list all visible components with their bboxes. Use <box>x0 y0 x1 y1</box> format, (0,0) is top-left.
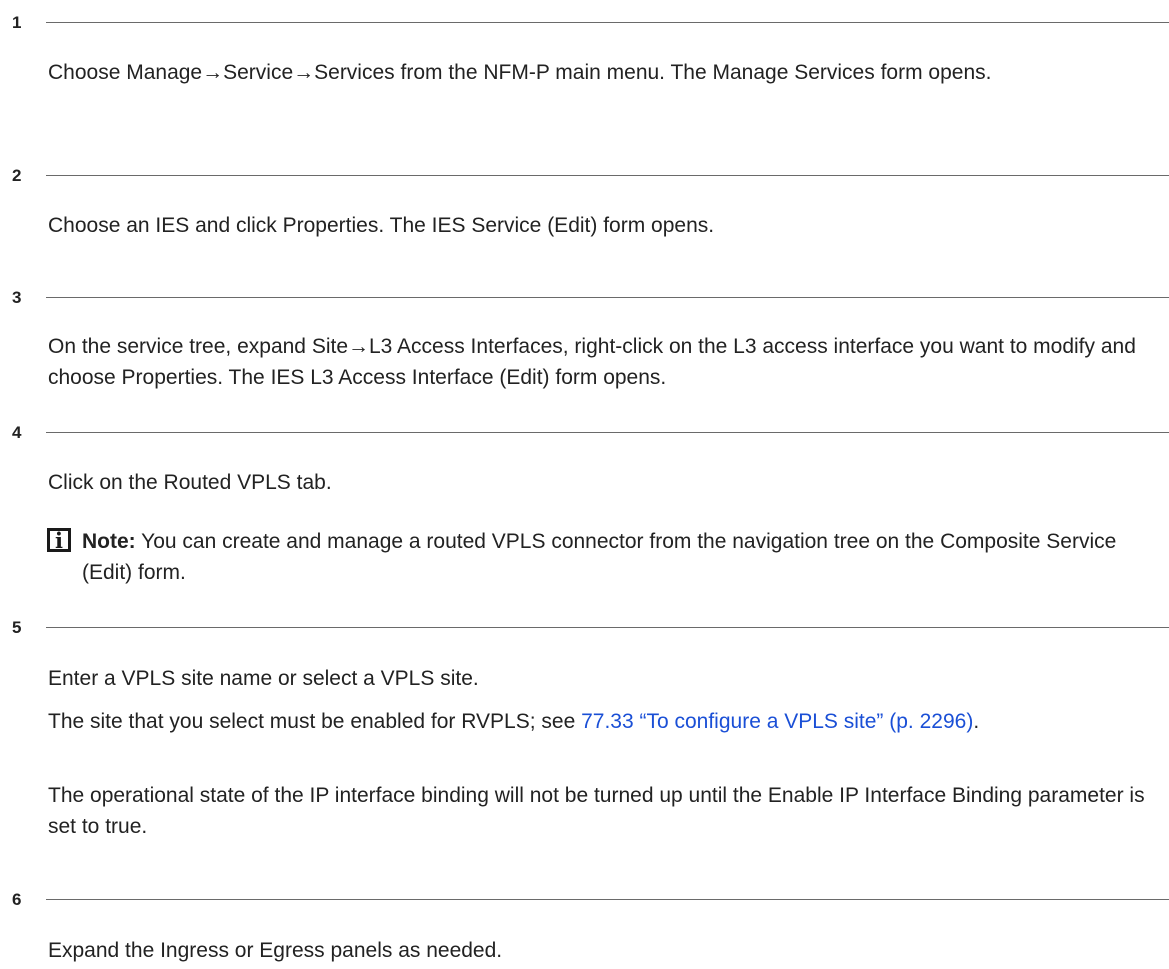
step-2-text: Choose an IES and click Properties. The … <box>48 214 715 237</box>
step-3-text: On the service tree, expand Site→L3 Acce… <box>48 335 1136 389</box>
step-number: 2 <box>12 166 22 185</box>
step-divider <box>46 175 1169 176</box>
note: Note: You can create and manage a routed… <box>82 526 1152 588</box>
step-5-crossref: The site that you select must be enabled… <box>48 706 1148 737</box>
step-5: 5 <box>0 616 1169 640</box>
crossref-link[interactable]: 77.33 “To configure a VPLS site” (p. 229… <box>581 710 973 733</box>
step-divider <box>46 432 1169 433</box>
step-divider <box>46 22 1169 23</box>
step-divider <box>46 627 1169 628</box>
info-icon: i <box>47 528 71 552</box>
step-number: 5 <box>12 618 22 637</box>
note-label: Note: <box>82 530 136 553</box>
step-header: 6 <box>0 888 1169 912</box>
step-divider <box>46 899 1169 900</box>
step-6: 6 <box>0 888 1169 912</box>
step-5-binding-text: The operational state of the IP interfac… <box>48 784 1145 838</box>
step-divider <box>46 297 1169 298</box>
step-number: 1 <box>12 13 22 32</box>
crossref-suffix: . <box>973 710 980 733</box>
step-4: 4 <box>0 421 1169 445</box>
step-4-text: Click on the Routed VPLS tab. <box>48 471 332 494</box>
step-header: 3 <box>0 286 1169 310</box>
step-header: 5 <box>0 616 1169 640</box>
step-header: 1 <box>0 11 1169 35</box>
note-text: You can create and manage a routed VPLS … <box>82 530 1117 584</box>
step-1-text: Choose Manage→Service→Services from the … <box>48 61 992 84</box>
step-3: 3 <box>0 286 1169 310</box>
step-header: 4 <box>0 421 1169 445</box>
step-2: 2 <box>0 164 1169 188</box>
crossref-prefix: The site that you select must be enabled… <box>48 710 582 733</box>
step-number: 3 <box>12 288 22 307</box>
step-5-text: Enter a VPLS site name or select a VPLS … <box>48 667 479 690</box>
step-number: 6 <box>12 890 22 909</box>
step-1: 1 <box>0 11 1169 35</box>
step-6-text: Expand the Ingress or Egress panels as n… <box>48 939 503 962</box>
step-number: 4 <box>12 423 22 442</box>
step-header: 2 <box>0 164 1169 188</box>
